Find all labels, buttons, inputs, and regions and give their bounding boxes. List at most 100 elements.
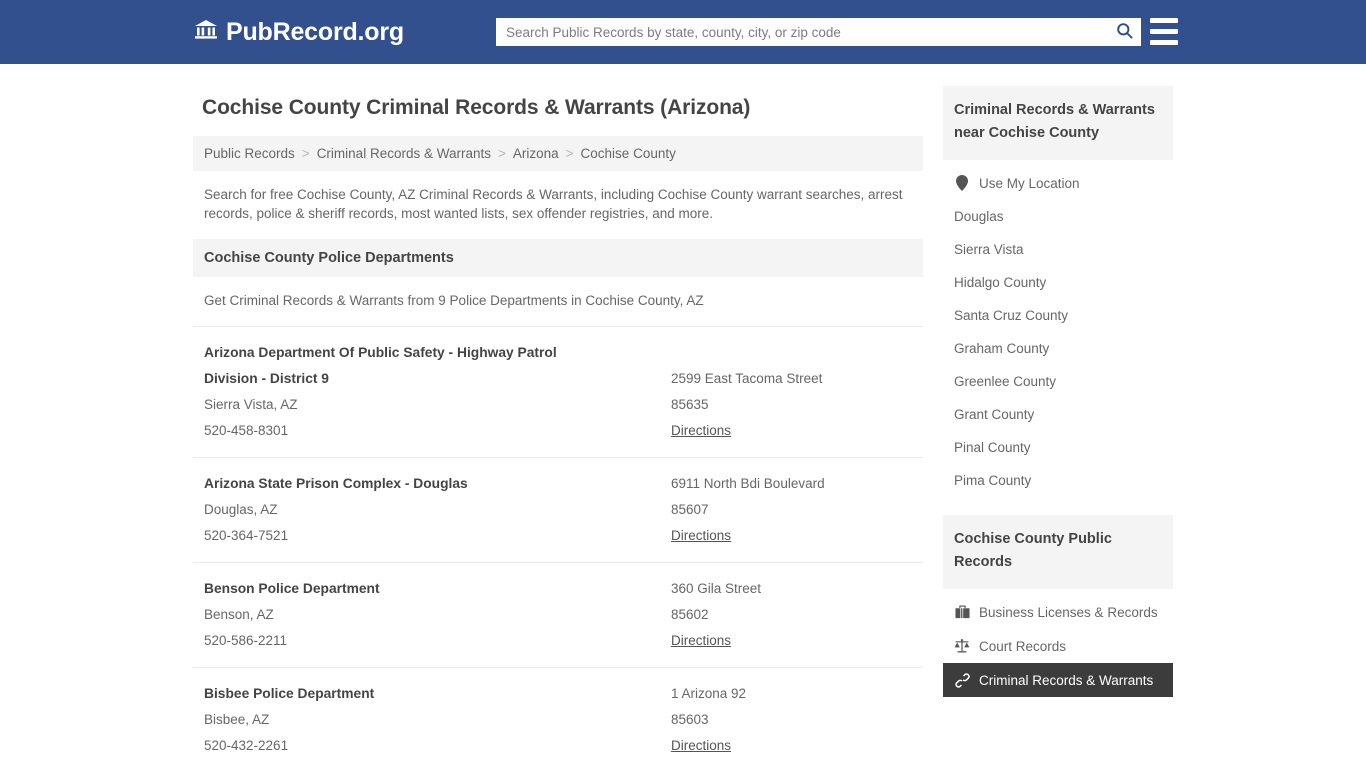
sidebar-item-label: Greenlee County [954,374,1057,389]
directions-link[interactable]: Directions [671,733,731,759]
listing-zip: 85607 [671,502,709,517]
sidebar-item-label: Business Licenses & Records [979,604,1158,620]
sidebar-item-label: Pima County [954,473,1032,488]
sidebar-item-hidalgo-county[interactable]: Hidalgo County [943,266,1173,299]
listing-zip: 85635 [671,397,709,412]
hamburger-menu-icon-bar [1150,40,1178,45]
sidebar-item-use-my-location[interactable]: Use My Location [943,166,1173,200]
listing-name-line1: Arizona Department Of Public Safety - Hi… [204,345,557,360]
sidebar-item-label: Douglas [954,209,1004,224]
search-button[interactable] [1107,18,1141,46]
sidebar-item-graham-county[interactable]: Graham County [943,332,1173,365]
site-header: PubRecord.org [0,0,1366,64]
sidebar-item-santa-cruz-county[interactable]: Santa Cruz County [943,299,1173,332]
content-container: Cochise County Criminal Records & Warran… [193,64,1173,768]
listing-name-line1: Bisbee Police Department [204,686,375,701]
handcuffs-icon [954,672,970,688]
map-pin-icon [954,175,970,191]
breadcrumb: Public Records > Criminal Records & Warr… [193,136,923,171]
site-logo-text: PubRecord.org [226,17,404,46]
bank-icon [194,17,218,48]
balance-scale-icon [954,638,970,654]
listing-right-column: 6911 North Bdi Boulevard 85607 Direction… [671,471,912,549]
listing-right-column: 360 Gila Street 85602 Directions [671,576,912,654]
listing-city-state: Benson, AZ [204,607,274,622]
sidebar-public-records-list: Business Licenses & Records Court Record… [943,589,1173,701]
breadcrumb-separator: > [301,146,310,161]
sidebar-public-records-heading: Cochise County Public Records [943,515,1173,589]
breadcrumb-item-criminal-records[interactable]: Criminal Records & Warrants [317,146,491,161]
breadcrumb-separator: > [497,146,506,161]
breadcrumb-separator: > [565,146,574,161]
listing-left-column: Benson Police Department Benson, AZ 520-… [204,576,671,654]
sidebar-item-label: Graham County [954,341,1050,356]
listing-row: Arizona Department Of Public Safety - Hi… [193,326,923,457]
listing-zip: 85602 [671,607,709,622]
hamburger-menu-icon-bar [1150,29,1178,34]
listing-left-column: Arizona Department Of Public Safety - Hi… [204,340,671,444]
listing-phone: 520-432-2261 [204,738,289,753]
listing-right-column: 1 Arizona 92 85603 Directions [671,681,912,759]
sidebar-item-grant-county[interactable]: Grant County [943,398,1173,431]
sidebar-item-pinal-county[interactable]: Pinal County [943,431,1173,464]
sidebar-item-label: Sierra Vista [954,242,1024,257]
sidebar-item-label: Grant County [954,407,1035,422]
sidebar-item-label: Santa Cruz County [954,308,1069,323]
listing-street: 2599 East Tacoma Street [671,371,823,386]
breadcrumb-item-arizona[interactable]: Arizona [513,146,559,161]
listing-phone: 520-364-7521 [204,528,289,543]
page-body: Cochise County Criminal Records & Warran… [0,64,1366,768]
listing-right-column: 2599 East Tacoma Street 85635 Directions [671,340,912,444]
site-logo[interactable]: PubRecord.org [194,17,404,48]
listing-row: Bisbee Police Department Bisbee, AZ 520-… [193,667,923,768]
search-icon [1115,21,1134,43]
listing-city-state: Sierra Vista, AZ [204,397,298,412]
listing-street: 1 Arizona 92 [671,686,747,701]
breadcrumb-item-cochise-county[interactable]: Cochise County [581,146,676,161]
hamburger-menu-icon-bar [1150,18,1178,23]
directions-link[interactable]: Directions [671,523,731,549]
listing-left-column: Bisbee Police Department Bisbee, AZ 520-… [204,681,671,759]
sidebar-item-criminal-records-warrants[interactable]: Criminal Records & Warrants [943,663,1173,697]
sidebar-item-label: Use My Location [979,175,1080,191]
listing-zip: 85603 [671,712,709,727]
page-title: Cochise County Criminal Records & Warran… [202,96,751,119]
listing-left-column: Arizona State Prison Complex - Douglas D… [204,471,671,549]
section-subtext: Get Criminal Records & Warrants from 9 P… [204,293,704,308]
sidebar-nearby-heading: Criminal Records & Warrants near Cochise… [943,86,1173,160]
sidebar-item-label: Hidalgo County [954,275,1047,290]
sidebar-item-court-records[interactable]: Court Records [943,629,1173,663]
directions-link[interactable]: Directions [671,628,731,654]
section-heading: Cochise County Police Departments [193,239,923,277]
listing-name-line1: Arizona State Prison Complex - Douglas [204,476,468,491]
listing-phone: 520-586-2211 [204,633,288,648]
main-column: Cochise County Criminal Records & Warran… [193,64,923,768]
sidebar-item-pima-county[interactable]: Pima County [943,464,1173,497]
sidebar: Criminal Records & Warrants near Cochise… [943,64,1173,768]
sidebar-item-label: Pinal County [954,440,1031,455]
listing-street: 360 Gila Street [671,581,762,596]
listing-row: Benson Police Department Benson, AZ 520-… [193,562,923,667]
search-bar [496,18,1141,46]
sidebar-item-greenlee-county[interactable]: Greenlee County [943,365,1173,398]
sidebar-item-label: Criminal Records & Warrants [979,672,1154,688]
sidebar-item-label: Court Records [979,638,1067,654]
directions-link[interactable]: Directions [671,418,731,444]
listing-name-line1: Benson Police Department [204,581,380,596]
sidebar-item-business-licenses[interactable]: Business Licenses & Records [943,595,1173,629]
briefcase-icon [954,604,970,620]
sidebar-item-sierra-vista[interactable]: Sierra Vista [943,233,1173,266]
search-input[interactable] [496,18,1107,46]
listing-phone: 520-458-8301 [204,423,289,438]
listing-city-state: Bisbee, AZ [204,712,270,727]
sidebar-nearby-list: Use My Location Douglas Sierra Vista Hid… [943,160,1173,501]
listing-name-line2: Division - District 9 [204,371,329,386]
breadcrumb-item-public-records[interactable]: Public Records [204,146,295,161]
listing-street: 6911 North Bdi Boulevard [671,476,825,491]
sidebar-item-douglas[interactable]: Douglas [943,200,1173,233]
page-intro-text: Search for free Cochise County, AZ Crimi… [204,187,903,221]
listing-city-state: Douglas, AZ [204,502,278,517]
hamburger-menu-button[interactable] [1150,18,1178,45]
listing-row: Arizona State Prison Complex - Douglas D… [193,457,923,562]
